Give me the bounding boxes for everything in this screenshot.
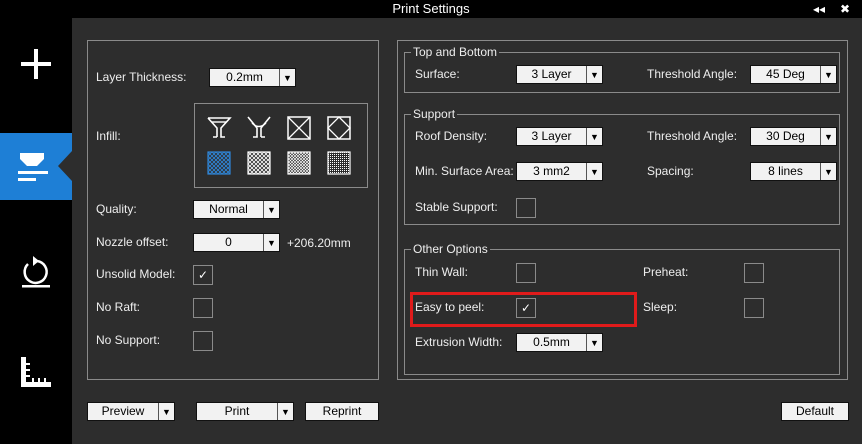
chevron-down-icon: ▼ xyxy=(263,234,279,251)
layer-thickness-dropdown[interactable]: 0.2mm ▼ xyxy=(209,68,296,87)
surface-label: Surface: xyxy=(415,67,460,81)
default-label: Default xyxy=(795,404,835,418)
window-title: Print Settings xyxy=(392,1,470,16)
top-threshold-angle-label: Threshold Angle: xyxy=(647,67,738,81)
default-button[interactable]: Default xyxy=(781,402,849,421)
nozzle-offset-value: 0 xyxy=(225,235,232,249)
easy-to-peel-checkbox[interactable]: ✓ xyxy=(516,298,536,318)
check-icon: ✓ xyxy=(520,301,532,315)
extrusion-width-value: 0.5mm xyxy=(533,335,570,349)
spacing-label: Spacing: xyxy=(647,164,694,178)
settings-panel: Layer Thickness: 0.2mm ▼ Infill: Quality… xyxy=(72,18,862,444)
support-threshold-angle-value: 30 Deg xyxy=(766,129,805,143)
nozzle-offset-dropdown[interactable]: 0 ▼ xyxy=(193,233,280,252)
surface-value: 3 Layer xyxy=(531,67,572,81)
stable-support-checkbox[interactable] xyxy=(516,198,536,218)
layer-thickness-value: 0.2mm xyxy=(226,70,263,84)
general-settings-panel: Layer Thickness: 0.2mm ▼ Infill: Quality… xyxy=(87,40,379,380)
reprint-button[interactable]: Reprint xyxy=(305,402,379,421)
preheat-label: Preheat: xyxy=(643,265,689,279)
layer-thickness-label: Layer Thickness: xyxy=(96,70,187,84)
sidebar-item-add[interactable] xyxy=(0,36,72,92)
sidebar-item-measure[interactable] xyxy=(0,352,72,392)
no-raft-checkbox[interactable] xyxy=(193,298,213,318)
nozzle-offset-label: Nozzle offset: xyxy=(96,235,169,249)
roof-density-value: 3 Layer xyxy=(531,129,572,143)
nozzle-offset-readout: +206.20mm xyxy=(287,236,351,250)
infill-solid-icon[interactable] xyxy=(326,150,352,176)
check-icon: ✓ xyxy=(197,268,209,282)
preheat-checkbox[interactable] xyxy=(744,263,764,283)
support-legend: Support xyxy=(413,107,456,121)
chevron-down-icon: ▼ xyxy=(586,163,602,180)
sleep-checkbox[interactable] xyxy=(744,298,764,318)
infill-pattern-grid xyxy=(194,103,368,188)
min-surface-area-dropdown[interactable]: 3 mm2 ▼ xyxy=(516,162,603,181)
no-raft-label: No Raft: xyxy=(96,300,141,314)
sidebar-item-rotate[interactable] xyxy=(0,250,72,294)
stable-support-label: Stable Support: xyxy=(415,200,498,214)
chevron-down-icon: ▼ xyxy=(586,128,602,145)
advanced-settings-panel: Top and Bottom Surface: 3 Layer ▼ Thresh… xyxy=(397,40,848,380)
ruler-icon xyxy=(21,357,51,387)
support-threshold-angle-dropdown[interactable]: 30 Deg ▼ xyxy=(750,127,837,146)
no-support-checkbox[interactable] xyxy=(193,331,213,351)
chevron-down-icon[interactable]: ▼ xyxy=(277,403,293,420)
top-threshold-angle-dropdown[interactable]: 45 Deg ▼ xyxy=(750,65,837,84)
no-support-label: No Support: xyxy=(96,333,161,347)
title-bar: Print Settings ◂◂ ✖ xyxy=(0,0,862,18)
top-bottom-legend: Top and Bottom xyxy=(413,45,498,59)
chevron-down-icon: ▼ xyxy=(279,69,295,86)
roof-density-dropdown[interactable]: 3 Layer ▼ xyxy=(516,127,603,146)
other-options-legend: Other Options xyxy=(413,242,488,256)
roof-density-label: Roof Density: xyxy=(415,129,488,143)
infill-open-goblet-icon[interactable] xyxy=(246,115,272,141)
reprint-label: Reprint xyxy=(322,404,362,418)
chevron-down-icon[interactable]: ▼ xyxy=(158,403,174,420)
chevron-down-icon: ▼ xyxy=(586,334,602,351)
print-settings-icon xyxy=(18,151,72,181)
unsolid-model-checkbox[interactable]: ✓ xyxy=(193,265,213,285)
chevron-down-icon: ▼ xyxy=(820,66,836,83)
print-button[interactable]: Print ▼ xyxy=(196,402,294,421)
infill-dense-crosshatch-icon[interactable] xyxy=(206,150,232,176)
plus-icon xyxy=(21,49,51,79)
support-threshold-angle-label: Threshold Angle: xyxy=(647,129,738,143)
min-surface-area-value: 3 mm2 xyxy=(533,164,570,178)
preview-label: Preview xyxy=(101,404,145,418)
sidebar-item-print-settings[interactable] xyxy=(0,133,72,200)
surface-dropdown[interactable]: 3 Layer ▼ xyxy=(516,65,603,84)
min-surface-area-label: Min. Surface Area: xyxy=(415,164,514,178)
thin-wall-label: Thin Wall: xyxy=(415,265,468,279)
infill-diamond-icon[interactable] xyxy=(326,115,352,141)
rotate-icon xyxy=(22,256,50,288)
infill-label: Infill: xyxy=(96,129,121,143)
unsolid-model-label: Unsolid Model: xyxy=(96,267,176,281)
spacing-dropdown[interactable]: 8 lines ▼ xyxy=(750,162,837,181)
chevron-down-icon: ▼ xyxy=(263,201,279,218)
extrusion-width-label: Extrusion Width: xyxy=(415,335,503,349)
close-icon[interactable]: ✖ xyxy=(840,1,850,17)
infill-crosshatch-icon[interactable] xyxy=(246,150,272,176)
chevron-down-icon: ▼ xyxy=(820,163,836,180)
infill-x-cross-icon[interactable] xyxy=(286,115,312,141)
quality-label: Quality: xyxy=(96,202,137,216)
quality-value: Normal xyxy=(209,202,248,216)
quality-dropdown[interactable]: Normal ▼ xyxy=(193,200,280,219)
sidebar xyxy=(0,18,72,444)
sleep-label: Sleep: xyxy=(643,300,678,314)
infill-fine-crosshatch-icon[interactable] xyxy=(286,150,312,176)
preview-button[interactable]: Preview ▼ xyxy=(87,402,175,421)
thin-wall-checkbox[interactable] xyxy=(516,263,536,283)
collapse-icon[interactable]: ◂◂ xyxy=(813,1,825,17)
infill-hollow-goblet-icon[interactable] xyxy=(206,115,232,141)
easy-to-peel-label: Easy to peel: xyxy=(415,300,485,314)
chevron-down-icon: ▼ xyxy=(586,66,602,83)
chevron-down-icon: ▼ xyxy=(820,128,836,145)
top-threshold-angle-value: 45 Deg xyxy=(766,67,805,81)
extrusion-width-dropdown[interactable]: 0.5mm ▼ xyxy=(516,333,603,352)
print-label: Print xyxy=(224,404,250,418)
spacing-value: 8 lines xyxy=(768,164,803,178)
